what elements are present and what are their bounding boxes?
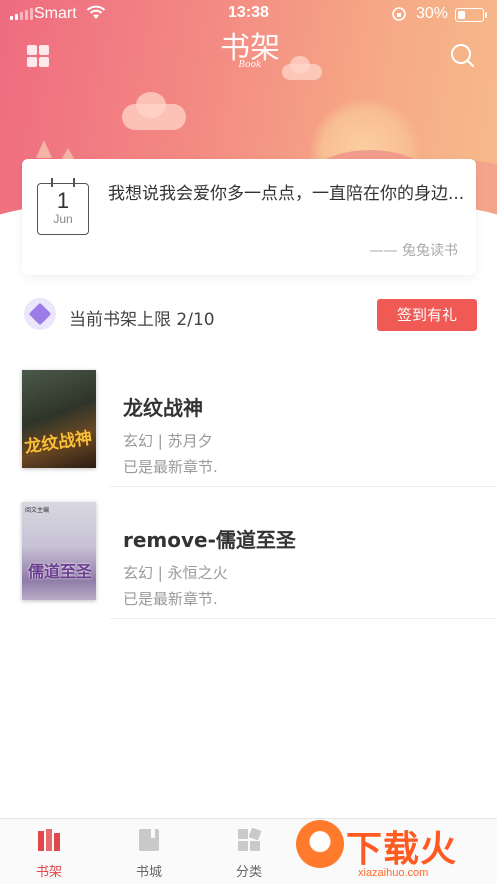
book-status: 已是最新章节. (123, 590, 218, 608)
book-cover[interactable]: 阅文主编 儒道至圣 (22, 502, 96, 600)
cover-title-art: 龙纹战神 (23, 428, 94, 458)
book-cover[interactable]: 龙纹战神 (22, 370, 96, 468)
book-meta: 玄幻 | 苏月夕 (123, 432, 213, 450)
menu-grid-icon[interactable] (27, 45, 49, 67)
book-meta: 玄幻 | 永恒之火 (123, 564, 228, 582)
tab-bookshelf[interactable]: 书架 (19, 827, 79, 880)
app-logo: 书架 Book (210, 32, 290, 71)
quote-source: —— 兔兔读书 (369, 243, 458, 259)
book-item[interactable]: 阅文主编 儒道至圣 remove-儒道至圣 玄幻 | 永恒之火 已是最新章节. (0, 502, 497, 632)
battery-icon (455, 8, 487, 22)
book-item[interactable]: 龙纹战神 龙纹战神 玄幻 | 苏月夕 已是最新章节. (0, 370, 497, 500)
bookshelf-icon (38, 829, 60, 851)
cover-tag: 阅文主编 (25, 507, 50, 514)
calendar-day: 1 (56, 188, 70, 213)
tab-label: 书架 (35, 865, 62, 880)
calendar-month: Jun (53, 212, 73, 226)
quote-text: 我想说我会爱你多一点点，一直陪在你的身边... (108, 184, 465, 204)
tree-decoration (36, 140, 52, 158)
divider (110, 618, 497, 619)
tab-bookstore[interactable]: 书城 (119, 827, 179, 880)
bookstore-icon (139, 829, 159, 851)
shelf-limit-row: 当前书架上限 2/10 签到有礼 (24, 298, 477, 332)
status-bar: Smart 13:38 30% (0, 0, 497, 28)
watermark: 下载火 xiazaihuo.com (290, 812, 497, 883)
cloud-decoration (290, 56, 310, 74)
calendar-icon: 1 Jun (37, 178, 89, 235)
diamond-icon (24, 298, 56, 330)
orientation-lock-icon (392, 7, 406, 21)
cover-title-art: 儒道至圣 (28, 562, 93, 581)
divider (110, 486, 497, 487)
daily-quote-card[interactable]: 1 Jun 我想说我会爱你多一点点，一直陪在你的身边... —— 兔兔读书 (22, 159, 476, 275)
tab-category[interactable]: 分类 (219, 827, 279, 880)
category-icon (238, 827, 262, 851)
tab-label: 分类 (235, 865, 262, 880)
shelf-limit-label: 当前书架上限 2/10 (69, 310, 215, 330)
tab-label: 书城 (135, 865, 162, 880)
cloud-decoration (136, 92, 166, 118)
battery-percent: 30% (416, 5, 449, 22)
book-title: remove-儒道至圣 (123, 528, 296, 552)
book-title: 龙纹战神 (123, 396, 203, 420)
search-icon[interactable] (450, 43, 476, 69)
checkin-button[interactable]: 签到有礼 (377, 299, 477, 331)
battery-fill (458, 11, 465, 19)
watermark-text: 下载火 (346, 829, 458, 870)
watermark-url: xiazaihuo.com (358, 867, 429, 879)
watermark-logo-icon (296, 820, 344, 868)
book-status: 已是最新章节. (123, 458, 218, 476)
